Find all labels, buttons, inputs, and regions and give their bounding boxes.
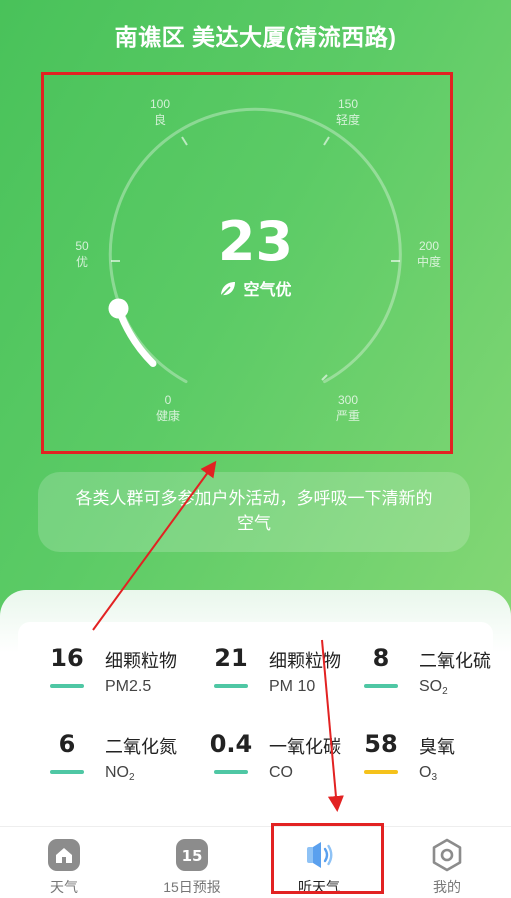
tab-15day-forecast[interactable]: 15 15日预报	[128, 827, 256, 898]
hexagon-profile-icon	[432, 838, 462, 872]
pollutant-code: PM2.5	[105, 678, 152, 695]
annotation-box-gauge	[41, 72, 453, 454]
pollutant-level-bar	[214, 770, 248, 774]
pollutant-name: 细颗粒物	[269, 651, 341, 671]
pollutant-level-bar	[364, 770, 398, 774]
pollutant-level-bar	[50, 770, 84, 774]
pollutant-name: 二氧化氮	[105, 737, 177, 757]
pollutant-name: 臭氧	[419, 737, 455, 757]
pollutant-level-bar	[364, 684, 398, 688]
health-advice-text: 各类人群可多参加户外活动，多呼吸一下清新的空气	[75, 489, 433, 533]
pollutant-level-bar	[50, 684, 84, 688]
pollutant-code: SO2	[419, 678, 448, 697]
pollutant-value: 8	[372, 644, 390, 672]
health-advice: 各类人群可多参加户外活动，多呼吸一下清新的空气	[38, 472, 470, 552]
pollutant-value: 6	[58, 730, 76, 758]
pollutant-item-so2[interactable]: 8 二氧化硫 SO2	[346, 644, 506, 714]
calendar-15-icon: 15	[176, 839, 208, 871]
pollutant-level-bar	[214, 684, 248, 688]
tab-weather[interactable]: 天气	[0, 827, 128, 898]
pollutant-value: 21	[214, 644, 248, 672]
pollutant-item-no2[interactable]: 6 二氧化氮 NO2	[32, 730, 192, 800]
calendar-badge: 15	[182, 847, 203, 865]
pollutant-name: 细颗粒物	[105, 651, 177, 671]
pollutant-card: 16 细颗粒物 PM2.5 21 细颗粒物 PM 10 8 二氧化硫 SO2 6…	[18, 622, 493, 822]
pollutant-value: 0.4	[209, 730, 253, 758]
pollutant-item-pm10[interactable]: 21 细颗粒物 PM 10	[196, 644, 356, 714]
annotation-box-tab	[271, 823, 384, 894]
tab-label: 15日预报	[163, 879, 221, 895]
tab-label: 我的	[433, 879, 461, 895]
pollutant-name: 一氧化碳	[269, 737, 341, 757]
pollutant-code: PM 10	[269, 678, 316, 695]
pollutant-item-pm25[interactable]: 16 细颗粒物 PM2.5	[32, 644, 192, 714]
pollutant-value: 58	[364, 730, 398, 758]
pollutant-code: NO2	[105, 764, 135, 783]
pollutant-item-o3[interactable]: 58 臭氧 O3	[346, 730, 506, 800]
pollutant-code: CO	[269, 764, 293, 781]
pollutant-code: O3	[419, 764, 438, 783]
tab-label: 天气	[50, 879, 78, 895]
home-icon	[48, 839, 80, 871]
pollutant-name: 二氧化硫	[419, 651, 491, 671]
tab-mine[interactable]: 我的	[383, 827, 511, 898]
pollutant-value: 16	[50, 644, 84, 672]
pollutant-item-co[interactable]: 0.4 一氧化碳 CO	[196, 730, 356, 800]
bottom-tab-bar: 天气 15 15日预报 听天气 我的	[0, 826, 511, 898]
